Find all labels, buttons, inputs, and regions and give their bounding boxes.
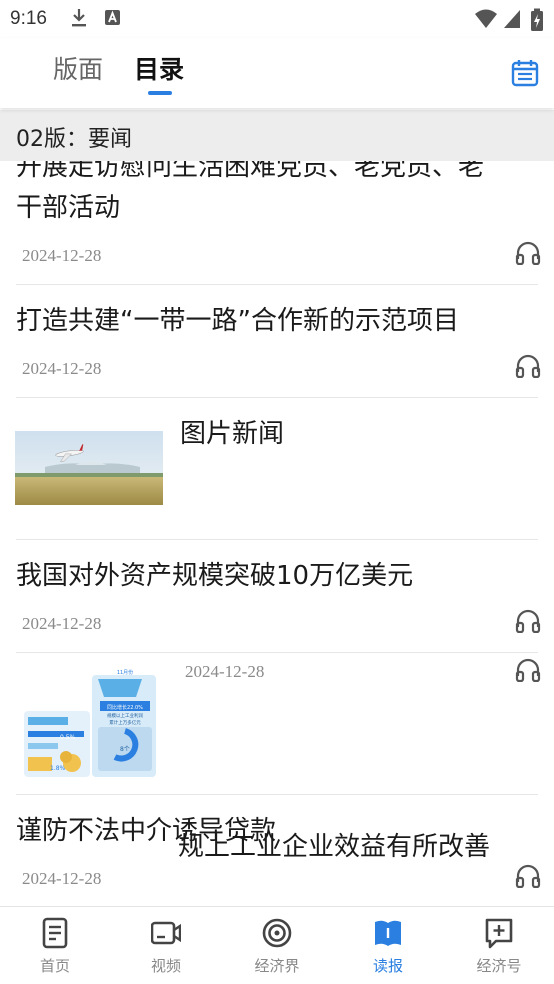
article-title: 我国对外资产规模突破10万亿美元: [16, 561, 414, 591]
article-thumbnail-image: [15, 431, 163, 505]
calendar-icon[interactable]: [510, 58, 540, 88]
status-bar: 9:16: [0, 0, 554, 38]
book-icon: [375, 920, 401, 946]
nav-video[interactable]: 视频: [111, 907, 221, 984]
article-date: 2024-12-28: [22, 869, 102, 888]
nav-label: 首页: [39, 957, 70, 975]
infographic-label: 1.8%: [50, 765, 66, 772]
headphones-icon[interactable]: [515, 354, 541, 378]
section-title: 02版：要闻: [16, 127, 132, 152]
article-title: 开展走访慰问生活困难党员、老党员、老: [16, 161, 485, 182]
article-date: 2024-12-28: [22, 359, 102, 378]
article-title: 谨防不法中介诱导贷款: [16, 816, 277, 846]
infographic-label: 11月份: [117, 669, 133, 676]
section-header: 02版：要闻: [0, 110, 554, 161]
document-icon: [42, 917, 68, 949]
nav-economy-world[interactable]: 经济界: [222, 907, 332, 984]
tab-layout[interactable]: 版面: [53, 50, 103, 86]
top-tabs: 版面 目录: [0, 38, 554, 108]
nav-label: 视频: [150, 957, 181, 975]
infographic-label: 规模以上工业利润: [107, 712, 143, 719]
article-title: 打造共建“一带一路”合作新的示范项目: [16, 306, 459, 336]
battery-charging-icon: [531, 8, 543, 31]
nav-label: 经济界: [254, 957, 300, 975]
add-post-icon: [485, 918, 513, 949]
nav-label: 经济号: [476, 957, 522, 975]
infographic-label: 累计上万多亿元: [109, 719, 141, 726]
wifi-icon: [475, 9, 497, 28]
video-icon: [151, 921, 181, 945]
infographic-label: 同比增长22.0%: [107, 704, 143, 711]
article-title: 干部活动: [16, 193, 121, 223]
infographic-label: 8个: [120, 746, 130, 753]
target-icon: [262, 918, 292, 948]
headphones-icon[interactable]: [515, 241, 541, 265]
article-date: 2024-12-28: [22, 614, 102, 633]
tab-contents[interactable]: 目录: [134, 50, 184, 86]
article-list[interactable]: 开展走访慰问生活困难党员、老党员、老 干部活动 2024-12-28 打造共建“…: [0, 161, 554, 905]
active-tab-indicator: [148, 91, 172, 95]
download-icon: [72, 9, 86, 27]
list-item[interactable]: 11月份 同比增长22.0% 规模以上工业利润 累计上万多亿元 0.5% 1.8…: [0, 653, 554, 862]
signal-icon: [504, 10, 520, 28]
headphones-icon[interactable]: [515, 609, 541, 633]
article-date: 2024-12-28: [22, 246, 102, 265]
list-item[interactable]: 打造共建“一带一路”合作新的示范项目 2024-12-28: [0, 285, 554, 397]
article-title: 图片新闻: [180, 419, 285, 449]
app-notification-icon: [105, 10, 120, 25]
bottom-navigation: 首页 视频 经济界 读报 经济号: [0, 906, 554, 984]
list-item[interactable]: 图片新闻 2024-12-28: [0, 398, 554, 682]
nav-label: 读报: [372, 957, 403, 975]
headphones-icon[interactable]: [515, 864, 541, 888]
nav-economy-account[interactable]: 经济号: [444, 907, 554, 984]
status-time: 9:16: [10, 8, 47, 29]
nav-read-paper[interactable]: 读报: [333, 907, 443, 984]
list-item[interactable]: 谨防不法中介诱导贷款 2024-12-28: [0, 795, 554, 905]
article-thumbnail-image: 11月份 同比增长22.0% 规模以上工业利润 累计上万多亿元 0.5% 1.8…: [20, 667, 158, 779]
list-item[interactable]: 我国对外资产规模突破10万亿美元 2024-12-28: [0, 540, 554, 652]
infographic-label: 0.5%: [60, 734, 76, 741]
nav-home[interactable]: 首页: [0, 907, 110, 984]
list-item[interactable]: 开展走访慰问生活困难党员、老党员、老 干部活动 2024-12-28: [0, 161, 554, 284]
